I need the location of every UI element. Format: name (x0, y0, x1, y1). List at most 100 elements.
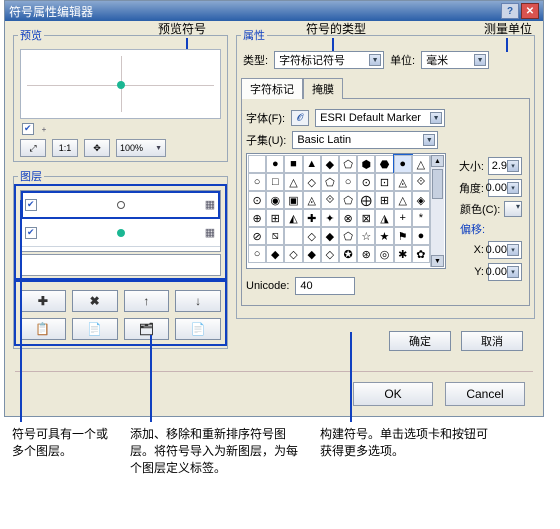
glyph-cell[interactable]: ◆ (321, 155, 339, 173)
offy-input[interactable]: 0.00▾ (488, 263, 522, 281)
glyph-cell[interactable]: ◆ (321, 227, 339, 245)
glyph-cell[interactable]: ◇ (284, 245, 302, 263)
copy-layer-button[interactable]: 📋 (20, 318, 66, 340)
lock-icon[interactable]: ▦ (200, 226, 220, 239)
glyph-cell[interactable]: ⬣ (375, 155, 393, 173)
glyph-cell[interactable]: ⚑ (394, 227, 412, 245)
subset-combo[interactable]: Basic Latin ▼ (292, 131, 438, 149)
glyph-cell[interactable]: ● (394, 155, 412, 173)
angle-input[interactable]: 0.00▾ (488, 179, 522, 197)
type-combo[interactable]: 字符标记符号 ▼ (274, 51, 384, 69)
glyph-cell[interactable]: ◭ (284, 209, 302, 227)
glyph-cell[interactable]: ⬢ (357, 155, 375, 173)
glyph-cell[interactable]: ⬠ (339, 227, 357, 245)
unicode-input[interactable]: 40 (295, 277, 355, 295)
layer-row[interactable]: ▦ (21, 191, 220, 219)
color-picker[interactable] (504, 201, 522, 217)
glyph-cell[interactable]: ◮ (375, 209, 393, 227)
glyph-cell[interactable]: ◬ (303, 191, 321, 209)
glyph-cell[interactable]: ⟐ (321, 191, 339, 209)
scroll-up-icon[interactable]: ▲ (431, 155, 444, 167)
glyph-cell[interactable]: ◈ (412, 191, 430, 209)
add-layer-button[interactable]: ✚ (20, 290, 66, 312)
glyph-cell[interactable]: ○ (339, 173, 357, 191)
preview-checkbox[interactable] (22, 123, 34, 135)
glyph-cell[interactable]: * (412, 209, 430, 227)
remove-layer-button[interactable]: ✖ (72, 290, 118, 312)
glyph-cell[interactable] (284, 227, 302, 245)
glyph-cell[interactable]: + (394, 209, 412, 227)
tab-mask[interactable]: 掩膜 (303, 78, 343, 99)
one-to-one-button[interactable]: 1:1 (52, 139, 78, 157)
outer-ok-button[interactable]: OK (353, 382, 433, 406)
glyph-cell[interactable]: ○ (248, 245, 266, 263)
layer-visible-checkbox[interactable] (25, 227, 37, 239)
glyph-cell[interactable]: ● (412, 227, 430, 245)
scroll-down-icon[interactable]: ▼ (431, 255, 444, 267)
glyph-cell[interactable]: ■ (284, 155, 302, 173)
glyph-cell[interactable]: ⊗ (339, 209, 357, 227)
glyph-cell[interactable]: △ (284, 173, 302, 191)
glyph-cell[interactable]: ▣ (284, 191, 302, 209)
paste-layer-button[interactable]: 📄 (72, 318, 118, 340)
glyph-cell[interactable]: ● (266, 155, 284, 173)
glyph-cell[interactable]: ⊕ (248, 209, 266, 227)
layers-list[interactable]: ▦ ▦ (20, 190, 221, 252)
close-button[interactable]: ✕ (521, 3, 539, 19)
glyph-cell[interactable]: ⊞ (375, 191, 393, 209)
glyph-cell[interactable]: ⊙ (248, 191, 266, 209)
layer-visible-checkbox[interactable] (25, 199, 37, 211)
dialog-cancel-button[interactable]: 取消 (461, 331, 523, 351)
move-down-button[interactable]: ↓ (175, 290, 221, 312)
font-combo[interactable]: ESRI Default Marker ▼ (315, 109, 445, 127)
glyph-cell[interactable]: ○ (248, 173, 266, 191)
glyph-grid[interactable]: ●■▲◆⬠⬢⬣●△○□△◇⬠○⊙⊡◬⟐⊙◉▣◬⟐⬠⨁⊞△◈⊕⊞◭✚✦⊗⊠◮+*⊘… (246, 153, 446, 269)
glyph-cell[interactable]: ◉ (266, 191, 284, 209)
tab-char-marker[interactable]: 字符标记 (241, 78, 303, 99)
expand-button[interactable]: ⤢ (20, 139, 46, 157)
move-up-button[interactable]: ↑ (124, 290, 170, 312)
glyph-cell[interactable]: ⟐ (412, 173, 430, 191)
contract-button[interactable]: ✥ (84, 139, 110, 157)
glyph-cell[interactable]: ◇ (303, 173, 321, 191)
glyph-cell[interactable]: ⊞ (266, 209, 284, 227)
glyph-cell[interactable] (248, 155, 266, 173)
glyph-cell[interactable]: ⊘ (248, 227, 266, 245)
lock-icon[interactable]: ▦ (200, 198, 220, 211)
glyph-cell[interactable]: ⊠ (357, 209, 375, 227)
glyph-cell[interactable]: ☆ (357, 227, 375, 245)
glyph-cell[interactable]: ⬠ (339, 155, 357, 173)
glyph-cell[interactable]: ★ (375, 227, 393, 245)
tag-layer-button[interactable]: 📄 (175, 318, 221, 340)
glyph-cell[interactable]: ◎ (375, 245, 393, 263)
glyph-cell[interactable]: ⬠ (339, 191, 357, 209)
glyph-cell[interactable]: ◆ (303, 245, 321, 263)
glyph-cell[interactable]: ⊛ (357, 245, 375, 263)
glyph-cell[interactable]: ✪ (339, 245, 357, 263)
layer-row[interactable]: ▦ (21, 219, 220, 247)
glyph-cell[interactable]: ⊡ (375, 173, 393, 191)
glyph-cell[interactable]: ◇ (321, 245, 339, 263)
offx-input[interactable]: 0.00▾ (488, 241, 522, 259)
glyph-cell[interactable]: □ (266, 173, 284, 191)
glyph-cell[interactable]: ✿ (412, 245, 430, 263)
glyph-cell[interactable]: ✚ (303, 209, 321, 227)
glyph-cell[interactable]: ◇ (303, 227, 321, 245)
import-layer-button[interactable]: 🗂 (124, 318, 170, 340)
glyph-cell[interactable]: ⧅ (266, 227, 284, 245)
size-input[interactable]: 2.9▾ (488, 157, 522, 175)
scrollbar-icon[interactable]: ▲ ▼ (430, 155, 444, 267)
dialog-ok-button[interactable]: 确定 (389, 331, 451, 351)
glyph-cell[interactable]: ⬠ (321, 173, 339, 191)
glyph-cell[interactable]: ◆ (266, 245, 284, 263)
glyph-cell[interactable]: ▲ (303, 155, 321, 173)
glyph-cell[interactable]: ⊙ (357, 173, 375, 191)
zoom-combo[interactable]: 100% ▼ (116, 139, 166, 157)
glyph-cell[interactable]: △ (412, 155, 430, 173)
glyph-cell[interactable]: ◬ (394, 173, 412, 191)
glyph-cell[interactable]: △ (394, 191, 412, 209)
glyph-cell[interactable]: ✦ (321, 209, 339, 227)
help-button[interactable]: ? (501, 3, 519, 19)
glyph-cell[interactable]: ✱ (394, 245, 412, 263)
glyph-cell[interactable]: ⨁ (357, 191, 375, 209)
